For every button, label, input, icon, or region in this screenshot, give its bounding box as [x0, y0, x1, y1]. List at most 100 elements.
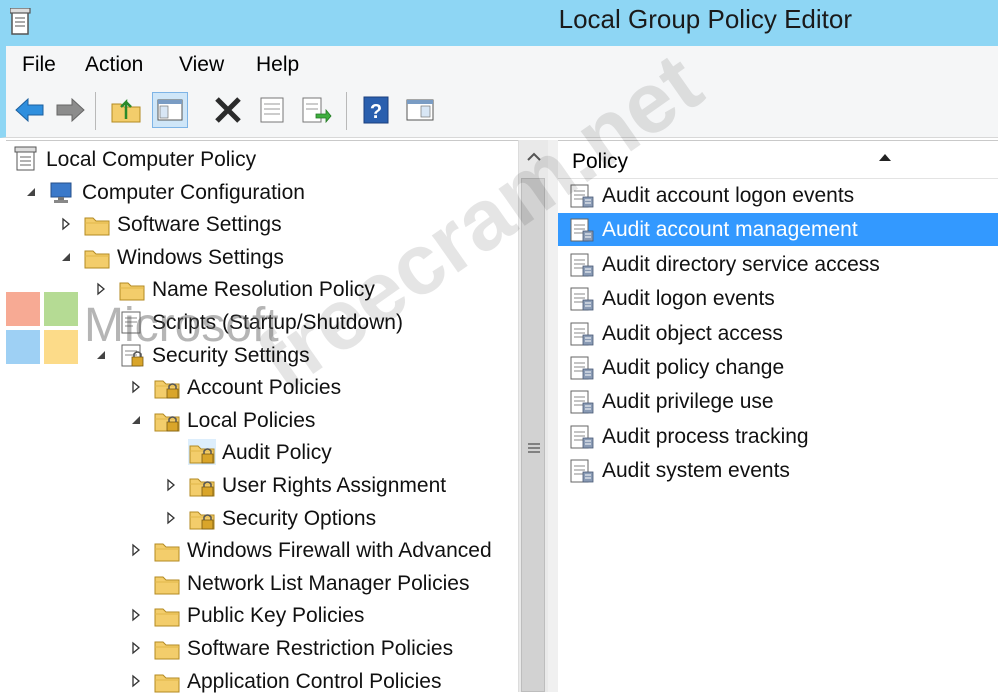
tree-item[interactable]: Local Computer Policy [6, 144, 488, 176]
svg-text:?: ? [370, 101, 382, 123]
collapsed-triangle-icon[interactable] [129, 380, 143, 394]
collapsed-triangle-icon[interactable] [164, 478, 178, 492]
tree-item-label: Name Resolution Policy [152, 278, 375, 302]
policy-list-item-label: Audit logon events [602, 287, 775, 311]
pane-splitter[interactable] [548, 140, 558, 692]
policy-list-item-label: Audit account management [602, 218, 858, 242]
security-settings-icon [118, 342, 146, 368]
policy-list-item-label: Audit object access [602, 321, 783, 345]
forward-arrow-icon[interactable] [52, 92, 88, 128]
policy-list-pane: Policy Audit account logon events Audit … [558, 140, 998, 693]
tree-item[interactable]: Account Policies [129, 372, 518, 404]
collapsed-triangle-icon[interactable] [164, 511, 178, 525]
scripts-icon [118, 309, 146, 335]
app-policy-icon[interactable] [9, 7, 32, 36]
title-bar[interactable]: Local Group Policy Editor [0, 0, 998, 46]
policy-setting-icon [568, 182, 596, 210]
tree-scrollbar[interactable] [518, 140, 549, 692]
policy-setting-icon [568, 216, 596, 244]
tree-item[interactable]: Computer Configuration [24, 177, 518, 209]
show-hide-tree-icon[interactable] [152, 92, 188, 128]
tree-item-label: Scripts (Startup/Shutdown) [152, 311, 403, 334]
tree-item-label: Computer Configuration [82, 180, 305, 204]
tree-item-label: Network List Manager Policies [187, 571, 470, 595]
tree-item[interactable]: Local Policies [129, 405, 518, 437]
collapsed-triangle-icon[interactable] [129, 543, 143, 557]
export-list-icon[interactable] [298, 92, 334, 128]
properties-icon[interactable] [254, 92, 290, 128]
grip-icon [528, 441, 540, 453]
collapsed-triangle-icon[interactable] [59, 217, 73, 231]
policy-list-item[interactable]: Audit system events [558, 454, 998, 487]
tree-item-label: Audit Policy [222, 440, 332, 467]
tree-item-label: Security Options [222, 506, 377, 530]
policy-list-item-label: Audit system events [602, 459, 790, 483]
policy-list-item[interactable]: Audit logon events [558, 282, 998, 315]
collapsed-triangle-icon[interactable] [129, 608, 143, 622]
scroll-up-icon[interactable] [523, 146, 545, 168]
collapsed-triangle-icon[interactable] [129, 641, 143, 655]
locked-folder-icon [188, 505, 216, 531]
tree-item[interactable]: Security Options [164, 503, 518, 535]
menu-view[interactable]: View [179, 52, 224, 78]
policy-list-item[interactable]: Audit process tracking [558, 420, 998, 453]
tree-item-label: Application Control Policies [187, 669, 442, 693]
tree-item[interactable]: Software Settings [59, 209, 518, 241]
tree-item[interactable]: Windows Settings [59, 242, 518, 274]
policy-list-item[interactable]: Audit object access [558, 317, 998, 350]
folder-icon [83, 211, 111, 237]
action-pane-icon[interactable] [402, 92, 438, 128]
menu-help[interactable]: Help [256, 52, 299, 78]
folder-icon [153, 570, 181, 596]
expanded-triangle-icon[interactable] [94, 348, 108, 362]
folder-icon [153, 635, 181, 661]
tree-item[interactable]: Application Control Policies [129, 666, 518, 693]
delete-icon[interactable] [210, 92, 246, 128]
tree-item[interactable]: Name Resolution Policy [94, 274, 518, 306]
policy-list-item-label: Audit process tracking [602, 424, 809, 448]
policy-list-item[interactable]: Audit account logon events [558, 179, 998, 212]
folder-icon [153, 668, 181, 693]
tree-item[interactable]: Software Restriction Policies [129, 633, 518, 665]
policy-list-item[interactable]: Audit privilege use [558, 385, 998, 418]
tree-item-label: Local Computer Policy [46, 148, 257, 171]
tree-item-label: Security Settings [152, 343, 310, 367]
menu-action[interactable]: Action [85, 52, 143, 78]
scroll-thumb[interactable] [521, 178, 545, 692]
policy-list-item[interactable]: Audit account management [558, 213, 998, 247]
tree-item[interactable]: Audit Policy [164, 437, 518, 469]
tree-item-label: Windows Firewall with Advanced [187, 539, 492, 563]
tree-item-label: User Rights Assignment [222, 474, 447, 497]
locked-folder-icon [188, 472, 216, 498]
policy-scroll-icon [12, 146, 40, 172]
up-folder-icon[interactable] [108, 92, 144, 128]
expanded-triangle-icon[interactable] [24, 185, 38, 199]
expanded-triangle-icon[interactable] [59, 250, 73, 264]
window-title: Local Group Policy Editor [558, 4, 852, 34]
tree-item-label: Account Policies [187, 376, 342, 400]
tree-item[interactable]: Security Settings [94, 340, 518, 372]
policy-setting-icon [568, 388, 596, 416]
tree-item-label: Software Restriction Policies [187, 637, 454, 660]
collapsed-triangle-icon[interactable] [129, 674, 143, 688]
tree-item[interactable]: User Rights Assignment [164, 470, 518, 502]
help-icon[interactable]: ? [358, 92, 394, 128]
tree-pane[interactable]: Local Computer Policy Computer Configurat… [6, 140, 518, 693]
menu-bar: File Action View Help [0, 46, 998, 84]
policy-list-item-label: Audit policy change [602, 356, 785, 379]
policy-list-item[interactable]: Audit directory service access [558, 248, 998, 281]
tree-item[interactable]: Public Key Policies [129, 600, 518, 632]
tree-item-label: Software Settings [117, 213, 282, 237]
back-arrow-icon[interactable] [12, 92, 48, 128]
menu-file[interactable]: File [22, 52, 56, 78]
tree-item[interactable]: Windows Firewall with Advanced [129, 535, 518, 567]
policy-setting-icon [568, 457, 596, 485]
tree-item[interactable]: Network List Manager Policies [129, 568, 518, 600]
policy-list-item[interactable]: Audit policy change [558, 351, 998, 384]
expanded-triangle-icon[interactable] [129, 413, 143, 427]
sort-ascending-icon [878, 149, 892, 161]
tree-item[interactable]: Scripts (Startup/Shutdown) [94, 307, 518, 339]
policy-list-item-label: Audit directory service access [602, 252, 880, 276]
column-header-policy[interactable]: Policy [558, 141, 998, 179]
collapsed-triangle-icon[interactable] [94, 282, 108, 296]
